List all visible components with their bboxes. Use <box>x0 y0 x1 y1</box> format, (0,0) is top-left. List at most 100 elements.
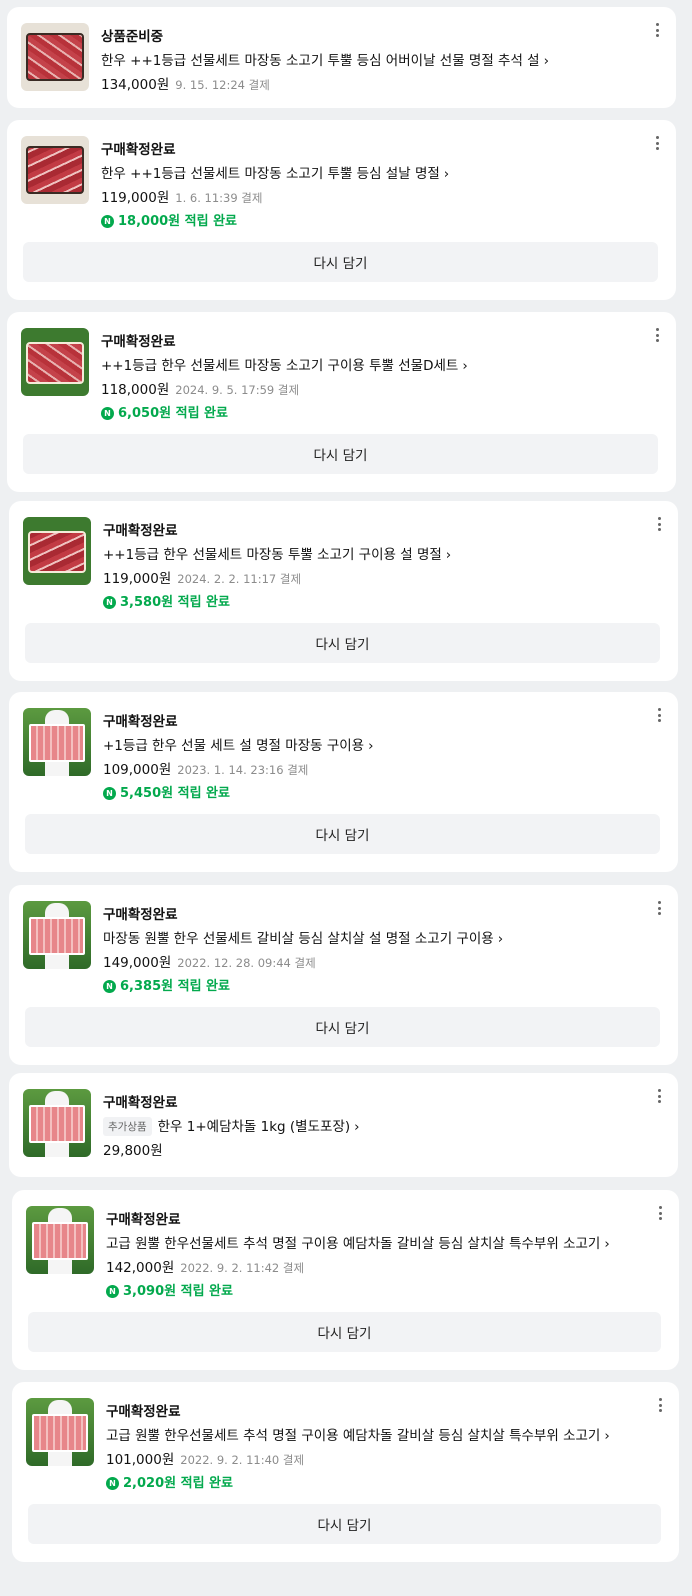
order-status: 상품준비중 <box>101 29 164 45</box>
payment-date: 2023. 1. 14. 23:16 결제 <box>177 763 309 777</box>
add-to-cart-again-button[interactable]: 다시 담기 <box>25 623 660 663</box>
order-status: 구매확정완료 <box>103 907 178 923</box>
price: 142,000원 <box>106 1260 175 1276</box>
point-earned: N 3,090원 적립 완료 <box>106 1280 233 1299</box>
point-earned: N 2,020원 적립 완료 <box>106 1472 233 1491</box>
order-card: 구매확정완료 고급 원뿔 한우선물세트 추석 명절 구이용 예담차돌 갈비살 등… <box>12 1190 679 1370</box>
product-link[interactable]: 한우 ++1등급 선물세트 마장동 소고기 투뿔 등심 어버이날 선물 명절 추… <box>101 49 549 69</box>
product-name: +1등급 한우 선물 세트 설 명절 마장동 구이용 <box>103 738 365 754</box>
price: 119,000원 <box>103 571 172 587</box>
meat-gift-box-thumbnail[interactable] <box>21 136 89 204</box>
more-options-icon[interactable] <box>655 1396 665 1414</box>
point-text: 6,050원 적립 완료 <box>118 406 228 421</box>
add-to-cart-again-button[interactable]: 다시 담기 <box>23 434 658 474</box>
point-text: 3,580원 적립 완료 <box>120 595 230 610</box>
product-link[interactable]: +1등급 한우 선물 세트 설 명절 마장동 구이용 › <box>103 734 374 754</box>
npay-point-icon: N <box>103 596 116 609</box>
additional-product-tag: 추가상품 <box>103 1117 152 1136</box>
order-card: 구매확정완료 마장동 원뿔 한우 선물세트 갈비살 등심 살치살 설 명절 소고… <box>9 885 678 1065</box>
point-earned: N 5,450원 적립 완료 <box>103 782 230 801</box>
more-options-icon[interactable] <box>652 134 662 152</box>
product-name: 고급 원뿔 한우선물세트 추석 명절 구이용 예담차돌 갈비살 등심 살치살 특… <box>106 1236 601 1252</box>
meat-pack-held-outdoors-thumbnail[interactable] <box>26 1398 94 1466</box>
point-text: 2,020원 적립 완료 <box>123 1476 233 1491</box>
meat-pack-held-outdoors-thumbnail[interactable] <box>23 708 91 776</box>
price-line: 109,000원 2023. 1. 14. 23:16 결제 <box>103 758 308 778</box>
order-card: 구매확정완료 추가상품 한우 1+예담차돌 1kg (별도포장) › 29,800원 <box>9 1073 678 1177</box>
more-options-icon[interactable] <box>652 21 662 39</box>
order-status: 구매확정완료 <box>101 142 176 158</box>
point-earned: N 3,580원 적립 완료 <box>103 591 230 610</box>
meat-pack-held-outdoors-thumbnail[interactable] <box>26 1206 94 1274</box>
product-link[interactable]: 한우 ++1등급 선물세트 마장동 소고기 투뿔 등심 설날 명절 › <box>101 162 449 182</box>
price: 101,000원 <box>106 1452 175 1468</box>
point-earned: N 18,000원 적립 완료 <box>101 210 237 229</box>
chevron-right-icon: › <box>604 1236 610 1252</box>
payment-date: 2022. 12. 28. 09:44 결제 <box>177 956 316 970</box>
npay-point-icon: N <box>101 407 114 420</box>
order-card: 구매확정완료 한우 ++1등급 선물세트 마장동 소고기 투뿔 등심 설날 명절… <box>7 120 676 300</box>
price: 119,000원 <box>101 190 170 206</box>
product-link[interactable]: ++1등급 한우 선물세트 마장동 소고기 구이용 투뿔 선물D세트 › <box>101 354 468 374</box>
meat-pack-held-outdoors-thumbnail[interactable] <box>23 1089 91 1157</box>
point-text: 3,090원 적립 완료 <box>123 1284 233 1299</box>
price-line: 29,800원 <box>103 1139 163 1159</box>
npay-point-icon: N <box>103 787 116 800</box>
more-options-icon[interactable] <box>654 515 664 533</box>
meat-tray-on-grass-thumbnail[interactable] <box>23 517 91 585</box>
payment-date: 2022. 9. 2. 11:40 결제 <box>180 1453 305 1467</box>
order-card: 구매확정완료 +1등급 한우 선물 세트 설 명절 마장동 구이용 › 109,0… <box>9 692 678 872</box>
point-earned: N 6,385원 적립 완료 <box>103 975 230 994</box>
npay-point-icon: N <box>103 980 116 993</box>
npay-point-icon: N <box>106 1477 119 1490</box>
product-name: 한우 ++1등급 선물세트 마장동 소고기 투뿔 등심 설날 명절 <box>101 166 440 182</box>
order-status: 구매확정완료 <box>103 1095 178 1111</box>
product-link[interactable]: ++1등급 한우 선물세트 마장동 투뿔 소고기 구이용 설 명절 › <box>103 543 451 563</box>
point-earned: N 6,050원 적립 완료 <box>101 402 228 421</box>
more-options-icon[interactable] <box>655 1204 665 1222</box>
order-status: 구매확정완료 <box>101 334 176 350</box>
order-card: 구매확정완료 고급 원뿔 한우선물세트 추석 명절 구이용 예담차돌 갈비살 등… <box>12 1382 679 1562</box>
price-line: 119,000원 1. 6. 11:39 결제 <box>101 186 262 206</box>
npay-point-icon: N <box>101 215 114 228</box>
chevron-right-icon: › <box>445 547 452 563</box>
add-to-cart-again-button[interactable]: 다시 담기 <box>28 1504 661 1544</box>
order-status: 구매확정완료 <box>103 523 178 539</box>
meat-pack-held-outdoors-thumbnail[interactable] <box>23 901 91 969</box>
add-to-cart-again-button[interactable]: 다시 담기 <box>23 242 658 282</box>
point-text: 6,385원 적립 완료 <box>120 979 230 994</box>
product-link[interactable]: 마장동 원뿔 한우 선물세트 갈비살 등심 살치살 설 명절 소고기 구이용 › <box>103 927 503 947</box>
add-to-cart-again-button[interactable]: 다시 담기 <box>25 814 660 854</box>
order-card: 구매확정완료 ++1등급 한우 선물세트 마장동 투뿔 소고기 구이용 설 명절… <box>9 501 678 681</box>
price: 109,000원 <box>103 762 172 778</box>
product-name: 한우 1+예담차돌 1kg (별도포장) <box>157 1119 351 1135</box>
chevron-right-icon: › <box>443 166 450 182</box>
product-link[interactable]: 추가상품 한우 1+예담차돌 1kg (별도포장) › <box>103 1115 360 1136</box>
add-to-cart-again-button[interactable]: 다시 담기 <box>28 1312 661 1352</box>
more-options-icon[interactable] <box>654 899 664 917</box>
payment-date: 2022. 9. 2. 11:42 결제 <box>180 1261 305 1275</box>
product-link[interactable]: 고급 원뿔 한우선물세트 추석 명절 구이용 예담차돌 갈비살 등심 살치살 특… <box>106 1424 610 1444</box>
meat-gift-box-thumbnail[interactable] <box>21 23 89 91</box>
order-status: 구매확정완료 <box>106 1212 181 1228</box>
product-link[interactable]: 고급 원뿔 한우선물세트 추석 명절 구이용 예담차돌 갈비살 등심 살치살 특… <box>106 1232 610 1252</box>
point-text: 18,000원 적립 완료 <box>118 214 238 229</box>
product-name: 고급 원뿔 한우선물세트 추석 명절 구이용 예담차돌 갈비살 등심 살치살 특… <box>106 1428 601 1444</box>
price-line: 118,000원 2024. 9. 5. 17:59 결제 <box>101 378 299 398</box>
more-options-icon[interactable] <box>654 706 664 724</box>
more-options-icon[interactable] <box>652 326 662 344</box>
product-name: ++1등급 한우 선물세트 마장동 투뿔 소고기 구이용 설 명절 <box>103 547 442 563</box>
payment-date: 2024. 2. 2. 11:17 결제 <box>177 572 302 586</box>
payment-date: 2024. 9. 5. 17:59 결제 <box>175 383 300 397</box>
chevron-right-icon: › <box>462 358 468 374</box>
payment-date: 9. 15. 12:24 결제 <box>175 78 270 92</box>
more-options-icon[interactable] <box>654 1087 664 1105</box>
add-to-cart-again-button[interactable]: 다시 담기 <box>25 1007 660 1047</box>
point-text: 5,450원 적립 완료 <box>120 786 230 801</box>
chevron-right-icon: › <box>354 1119 360 1135</box>
chevron-right-icon: › <box>604 1428 610 1444</box>
order-status: 구매확정완료 <box>106 1404 181 1420</box>
payment-date: 1. 6. 11:39 결제 <box>175 191 263 205</box>
meat-tray-on-grass-thumbnail[interactable] <box>21 328 89 396</box>
price-line: 142,000원 2022. 9. 2. 11:42 결제 <box>106 1256 304 1276</box>
